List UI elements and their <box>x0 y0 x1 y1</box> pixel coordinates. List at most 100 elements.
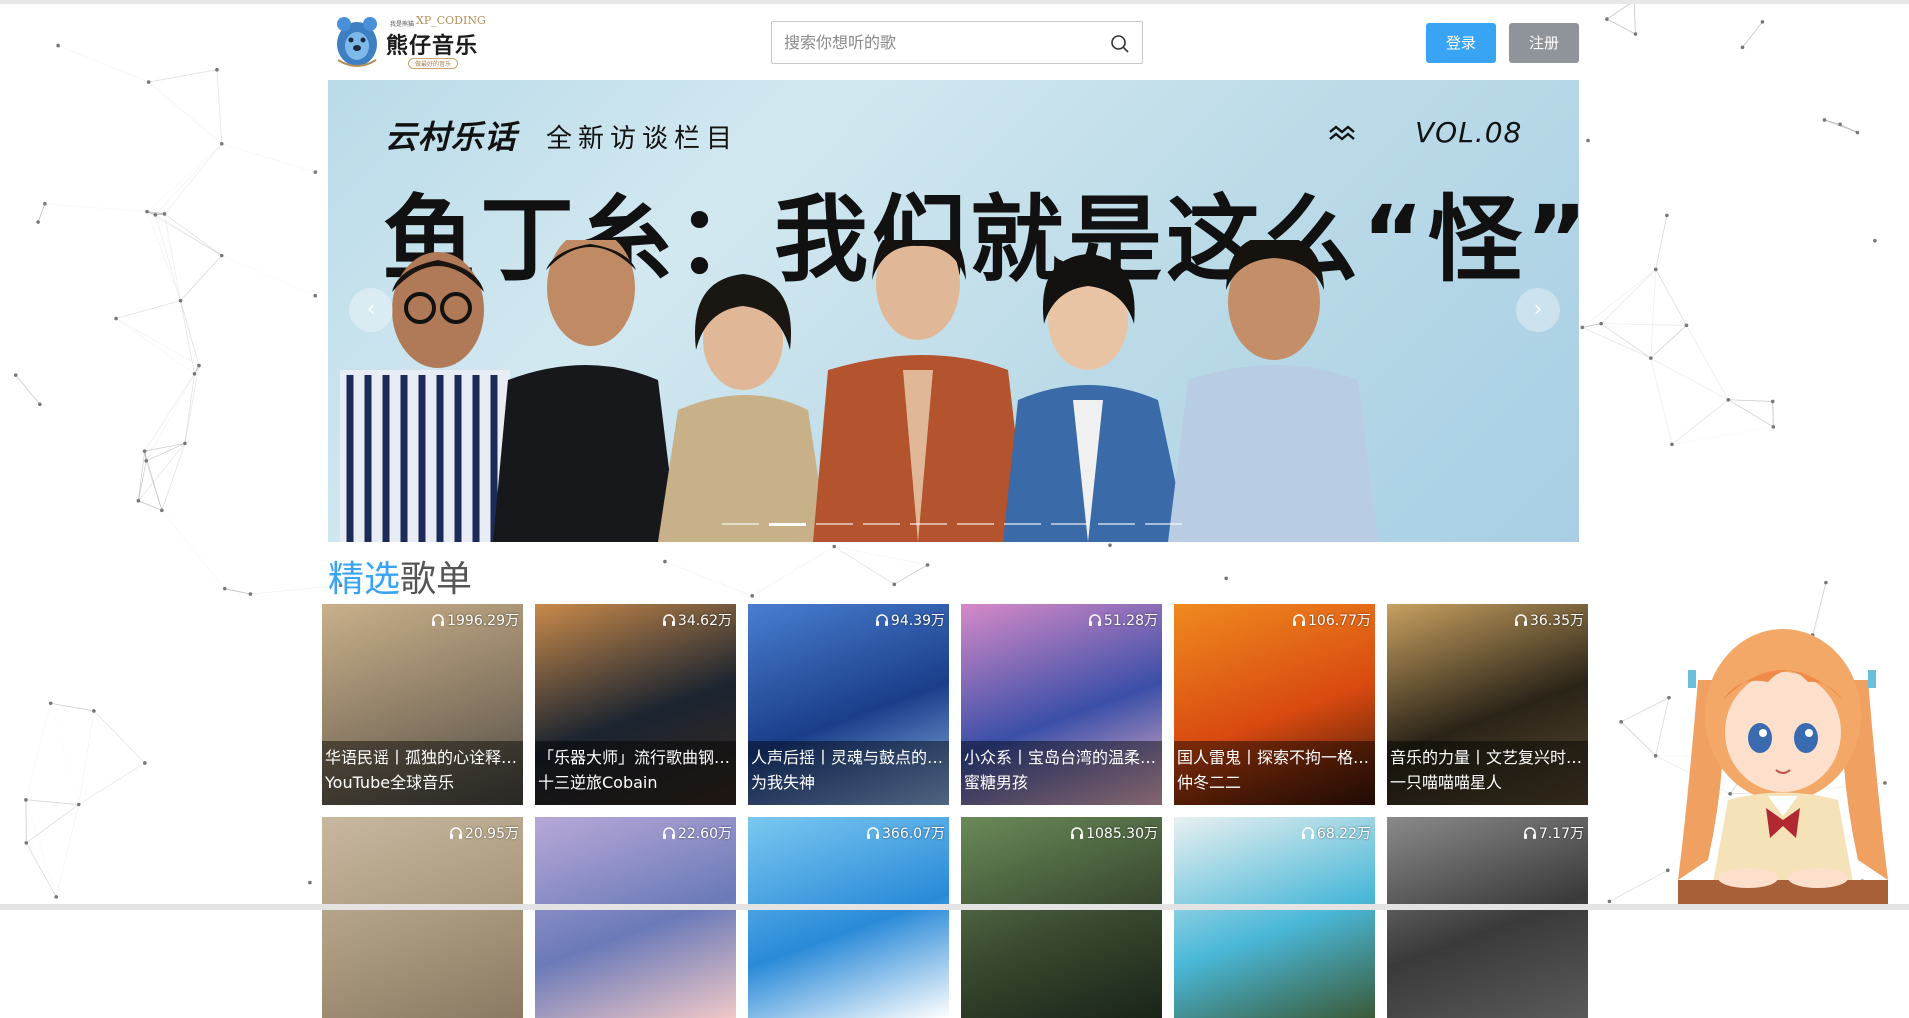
network-line <box>145 366 199 452</box>
network-node <box>1586 139 1590 143</box>
network-node <box>1599 322 1603 326</box>
network-line <box>1651 325 1687 358</box>
playlist-author[interactable]: 蜜糖男孩 <box>964 771 1159 795</box>
playlist-card[interactable]: 1996.29万华语民谣丨孤独的心诠释青春的苦YouTube全球音乐 <box>322 604 523 805</box>
network-line <box>79 763 145 805</box>
headphones-icon <box>449 826 463 840</box>
playlist-author[interactable]: 十三逆旅Cobain <box>538 771 733 795</box>
network-line <box>38 212 147 222</box>
playlist-card[interactable]: 106.77万国人雷鬼丨探索不拘一格的律动仲冬二二 <box>1174 604 1375 805</box>
playlist-card[interactable]: 94.39万人声后摇丨灵魂与鼓点的碰撞为我失神 <box>748 604 949 805</box>
carousel-indicator-7[interactable] <box>1004 523 1041 525</box>
headphones-icon <box>1292 613 1306 627</box>
playlist-card[interactable]: 36.35万音乐的力量丨文艺复兴时期的回响一只喵喵喵星人 <box>1387 604 1588 805</box>
carousel-indicator-8[interactable] <box>1051 523 1088 525</box>
playlist-card[interactable]: 366.07万 <box>748 817 949 1018</box>
network-node <box>1108 543 1112 547</box>
carousel-next-button[interactable]: › <box>1516 288 1560 332</box>
section-title-rest: 歌单 <box>400 559 472 600</box>
playlist-card[interactable]: 7.17万 <box>1387 817 1588 1018</box>
network-line <box>1621 698 1669 722</box>
playlist-title[interactable]: 「乐器大师」流行歌曲钢琴曲合集 <box>538 745 733 771</box>
carousel-indicator-2[interactable] <box>769 523 806 526</box>
playlist-title[interactable]: 华语民谣丨孤独的心诠释青春的苦 <box>325 745 520 771</box>
network-line <box>26 703 51 799</box>
login-button[interactable]: 登录 <box>1426 23 1496 63</box>
network-node <box>220 254 224 258</box>
banner-carousel[interactable]: 云村乐话 全新访谈栏目 VOL.08 鱼丁糸：我们就是这么“怪”！ <box>328 80 1579 542</box>
playlist-card[interactable]: 22.60万 <box>535 817 736 1018</box>
carousel-indicator-5[interactable] <box>910 523 947 525</box>
playlist-cover-image <box>322 817 523 1018</box>
carousel-indicator-10[interactable] <box>1145 523 1182 525</box>
network-node <box>1649 356 1653 360</box>
carousel-indicator-9[interactable] <box>1098 523 1135 525</box>
playlist-title[interactable]: 音乐的力量丨文艺复兴时期的回响 <box>1390 745 1585 771</box>
network-node <box>49 701 53 705</box>
playlist-cover-image <box>1174 817 1375 1018</box>
network-node <box>147 80 151 84</box>
network-node <box>92 709 96 713</box>
playlist-author[interactable]: YouTube全球音乐 <box>325 771 520 795</box>
network-line <box>116 301 180 319</box>
network-line <box>162 510 225 588</box>
carousel-indicator-4[interactable] <box>863 523 900 525</box>
network-node <box>143 761 147 765</box>
search-input[interactable] <box>784 30 1104 55</box>
playlist-caption: 华语民谣丨孤独的心诠释青春的苦YouTube全球音乐 <box>322 741 523 805</box>
network-node <box>154 213 158 217</box>
playlist-card[interactable]: 20.95万 <box>322 817 523 1018</box>
network-line <box>1656 269 1687 325</box>
network-line <box>217 70 222 144</box>
bear-logo-icon <box>334 14 380 68</box>
network-line <box>1601 324 1686 326</box>
playlist-title[interactable]: 人声后摇丨灵魂与鼓点的碰撞 <box>751 745 946 771</box>
logo-small-text: 我是熊猫 <box>390 19 414 28</box>
network-line <box>16 375 40 404</box>
playlist-card[interactable]: 68.22万 <box>1174 817 1375 1018</box>
network-node <box>313 294 317 298</box>
network-line <box>116 319 199 366</box>
network-node <box>1856 131 1860 135</box>
register-button[interactable]: 注册 <box>1509 23 1579 63</box>
network-line <box>1824 120 1857 133</box>
carousel-prev-button[interactable]: ‹ <box>349 288 393 332</box>
playlist-author[interactable]: 为我失神 <box>751 771 946 795</box>
playlist-caption: 音乐的力量丨文艺复兴时期的回响一只喵喵喵星人 <box>1387 741 1588 805</box>
network-line <box>1824 120 1840 124</box>
carousel-indicator-1[interactable] <box>722 523 759 525</box>
playlist-author[interactable]: 仲冬二二 <box>1177 771 1372 795</box>
horizontal-scrollbar[interactable] <box>0 904 1909 910</box>
network-line <box>147 144 222 212</box>
network-node <box>160 509 164 513</box>
carousel-indicator-6[interactable] <box>957 523 994 525</box>
network-line <box>181 256 222 301</box>
network-line <box>26 843 56 897</box>
carousel-indicator-3[interactable] <box>816 523 853 525</box>
search-icon[interactable] <box>1110 34 1130 54</box>
network-node <box>832 545 836 549</box>
network-line <box>1672 427 1773 445</box>
network-line <box>51 703 79 804</box>
playlist-title[interactable]: 国人雷鬼丨探索不拘一格的律动 <box>1177 745 1372 771</box>
network-node <box>1619 720 1623 724</box>
banner-band-photo <box>328 240 1579 542</box>
headphones-icon <box>431 613 445 627</box>
network-node <box>1665 214 1669 218</box>
playlist-title[interactable]: 小众系丨宝岛台湾的温柔独立 <box>964 745 1159 771</box>
network-node <box>183 442 187 446</box>
headphones-icon <box>1301 826 1315 840</box>
play-count: 7.17万 <box>1523 823 1584 843</box>
playlist-author[interactable]: 一只喵喵喵星人 <box>1390 771 1585 795</box>
network-node <box>892 583 896 587</box>
play-count-text: 7.17万 <box>1539 823 1584 843</box>
network-line <box>752 547 834 596</box>
network-node <box>1771 400 1775 404</box>
playlist-card[interactable]: 1085.30万 <box>961 817 1162 1018</box>
playlist-card[interactable]: 34.62万「乐器大师」流行歌曲钢琴曲合集十三逆旅Cobain <box>535 604 736 805</box>
network-line <box>165 144 222 214</box>
banner-volume: VOL.08 <box>1415 116 1522 149</box>
network-line <box>116 319 194 374</box>
site-logo[interactable]: 我是熊猫 XP_CODING 熊仔音乐 做最好的音乐 <box>334 14 484 70</box>
playlist-card[interactable]: 51.28万小众系丨宝岛台湾的温柔独立蜜糖男孩 <box>961 604 1162 805</box>
